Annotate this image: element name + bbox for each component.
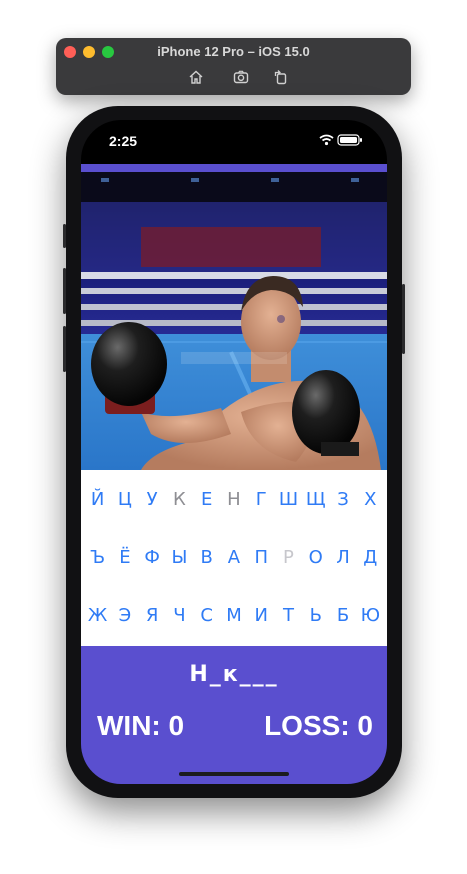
rotate-icon[interactable]: [273, 69, 289, 85]
letter-key[interactable]: Т: [276, 601, 300, 631]
home-icon[interactable]: [188, 69, 204, 85]
iphone-device-frame: 2:25 Й Ц У К Е Н Г Ш Щ З Х Ъ Ё Ф Ы В А П…: [63, 106, 405, 798]
letter-key[interactable]: Б: [331, 601, 355, 631]
letter-key[interactable]: Х: [358, 485, 382, 515]
volume-up-button: [63, 268, 66, 314]
letter-key[interactable]: М: [222, 601, 246, 631]
letter-key[interactable]: О: [304, 543, 328, 573]
letter-key[interactable]: Й: [86, 485, 110, 515]
letter-key[interactable]: Ф: [140, 543, 164, 573]
loss-counter: LOSS: 0: [264, 710, 373, 741]
letter-key[interactable]: Ж: [86, 601, 110, 631]
letter-keyboard: ЙЦУКЕНГШЩЗХ ЪЁФЫВАПРОЛД ЖЭЯЧСМИТЬБЮ: [81, 470, 387, 646]
phone-screen: 2:25 Й Ц У К Е Н Г Ш Щ З Х Ъ Ё Ф Ы В А П…: [81, 120, 387, 784]
letter-key[interactable]: В: [195, 543, 219, 573]
letter-key[interactable]: Л: [331, 543, 355, 573]
hangman-app-view: ЙЦУКЕНГШЩЗХ ЪЁФЫВАПРОЛД ЖЭЯЧСМИТЬБЮ Н_к_…: [81, 164, 387, 784]
letter-key[interactable]: Р: [276, 543, 300, 573]
letter-key[interactable]: А: [222, 543, 246, 573]
letter-key[interactable]: К: [167, 485, 191, 515]
keyboard-row-3: ЖЭЯЧСМИТЬБЮ: [81, 601, 387, 631]
letter-key[interactable]: Ё: [113, 543, 137, 573]
letter-key[interactable]: Э: [113, 601, 137, 631]
screenshot-icon[interactable]: [233, 69, 249, 85]
wifi-icon: [319, 134, 334, 146]
letter-key[interactable]: Ш: [276, 485, 300, 515]
simulator-toolbar: iPhone 12 Pro – iOS 15.0: [56, 38, 411, 95]
letter-key[interactable]: Г: [249, 485, 273, 515]
status-time: 2:25: [109, 133, 138, 149]
hidden-word: Н_к___: [189, 662, 279, 687]
letter-key[interactable]: Я: [140, 601, 164, 631]
letter-key[interactable]: П: [249, 543, 273, 573]
letter-key[interactable]: Н: [222, 485, 246, 515]
letter-key[interactable]: Щ: [304, 485, 328, 515]
letter-key[interactable]: Ь: [304, 601, 328, 631]
letter-key[interactable]: Ю: [358, 601, 382, 631]
letter-key[interactable]: Д: [358, 543, 382, 573]
letter-key[interactable]: Ц: [113, 485, 137, 515]
letter-key[interactable]: И: [249, 601, 273, 631]
mute-switch: [63, 224, 66, 248]
letter-key[interactable]: Ы: [167, 543, 191, 573]
letter-key[interactable]: Е: [195, 485, 219, 515]
boxer-hero-image: [81, 172, 387, 470]
status-bar: 2:25: [81, 120, 387, 160]
letter-key[interactable]: С: [195, 601, 219, 631]
letter-key[interactable]: З: [331, 485, 355, 515]
power-button: [402, 284, 405, 354]
battery-icon: [337, 134, 362, 146]
letter-key[interactable]: Ъ: [86, 543, 110, 573]
letter-key[interactable]: У: [140, 485, 164, 515]
home-indicator[interactable]: [179, 772, 289, 776]
letter-key[interactable]: Ч: [167, 601, 191, 631]
volume-down-button: [63, 326, 66, 372]
keyboard-row-1: ЙЦУКЕНГШЩЗХ: [81, 485, 387, 515]
win-counter: WIN: 0: [97, 710, 185, 741]
simulator-title: iPhone 12 Pro – iOS 15.0: [157, 44, 310, 59]
keyboard-row-2: ЪЁФЫВАПРОЛД: [81, 543, 387, 573]
